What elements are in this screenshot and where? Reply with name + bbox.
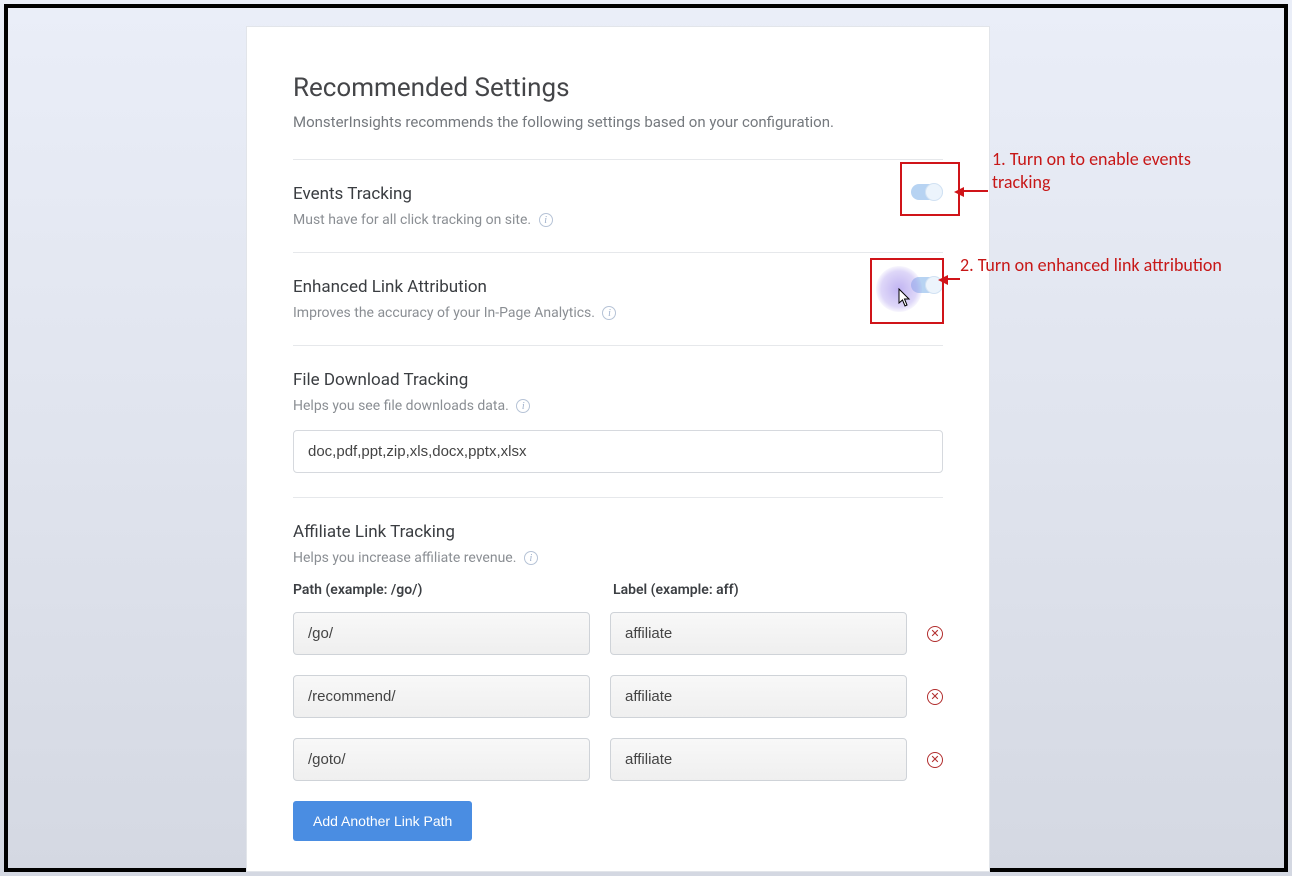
affiliate-row: ✕ [293, 675, 943, 718]
events-tracking-section: Events Tracking Must have for all click … [293, 160, 943, 252]
page-subtitle: MonsterInsights recommends the following… [293, 113, 943, 131]
affiliate-label-input[interactable] [610, 675, 907, 718]
ela-desc: Improves the accuracy of your In-Page An… [293, 305, 616, 321]
cursor-icon [898, 288, 912, 308]
file-download-desc: Helps you see file downloads data. i [293, 398, 943, 414]
affiliate-columns-header: Path (example: /go/) Label (example: aff… [293, 582, 943, 598]
info-icon[interactable]: i [516, 399, 530, 413]
page-title: Recommended Settings [293, 73, 943, 103]
settings-panel: Recommended Settings MonsterInsights rec… [246, 26, 990, 872]
affiliate-title: Affiliate Link Tracking [293, 522, 943, 542]
events-tracking-desc-text: Must have for all click tracking on site… [293, 212, 531, 228]
file-download-section: File Download Tracking Helps you see fil… [293, 346, 943, 497]
events-tracking-title: Events Tracking [293, 184, 553, 204]
file-extensions-input[interactable] [293, 430, 943, 473]
file-download-desc-text: Helps you see file downloads data. [293, 398, 509, 414]
path-column-header: Path (example: /go/) [293, 582, 593, 598]
remove-row-button[interactable]: ✕ [927, 752, 943, 768]
screenshot-frame: Recommended Settings MonsterInsights rec… [4, 4, 1288, 872]
affiliate-label-input[interactable] [610, 612, 907, 655]
affiliate-section: Affiliate Link Tracking Helps you increa… [293, 498, 943, 865]
affiliate-path-input[interactable] [293, 612, 590, 655]
affiliate-row: ✕ [293, 612, 943, 655]
affiliate-path-input[interactable] [293, 675, 590, 718]
info-icon[interactable]: i [539, 213, 553, 227]
enhanced-link-attribution-section: Enhanced Link Attribution Improves the a… [293, 253, 943, 345]
annotation-text-1: 1. Turn on to enable events tracking [992, 148, 1192, 193]
info-icon[interactable]: i [602, 306, 616, 320]
info-icon[interactable]: i [524, 551, 538, 565]
annotation-arrow-1 [962, 190, 988, 192]
annotation-text-2: 2. Turn on enhanced link attribution [960, 254, 1280, 277]
affiliate-path-input[interactable] [293, 738, 590, 781]
file-download-title: File Download Tracking [293, 370, 943, 390]
affiliate-row: ✕ [293, 738, 943, 781]
annotation-box-1 [900, 162, 960, 216]
affiliate-desc: Helps you increase affiliate revenue. i [293, 550, 943, 566]
ela-title: Enhanced Link Attribution [293, 277, 616, 297]
add-link-path-button[interactable]: Add Another Link Path [293, 801, 472, 841]
remove-row-button[interactable]: ✕ [927, 626, 943, 642]
affiliate-desc-text: Helps you increase affiliate revenue. [293, 550, 516, 566]
annotation-arrow-2 [946, 278, 960, 280]
events-tracking-desc: Must have for all click tracking on site… [293, 212, 553, 228]
label-column-header: Label (example: aff) [613, 582, 913, 598]
remove-row-button[interactable]: ✕ [927, 689, 943, 705]
ela-desc-text: Improves the accuracy of your In-Page An… [293, 305, 595, 321]
affiliate-label-input[interactable] [610, 738, 907, 781]
